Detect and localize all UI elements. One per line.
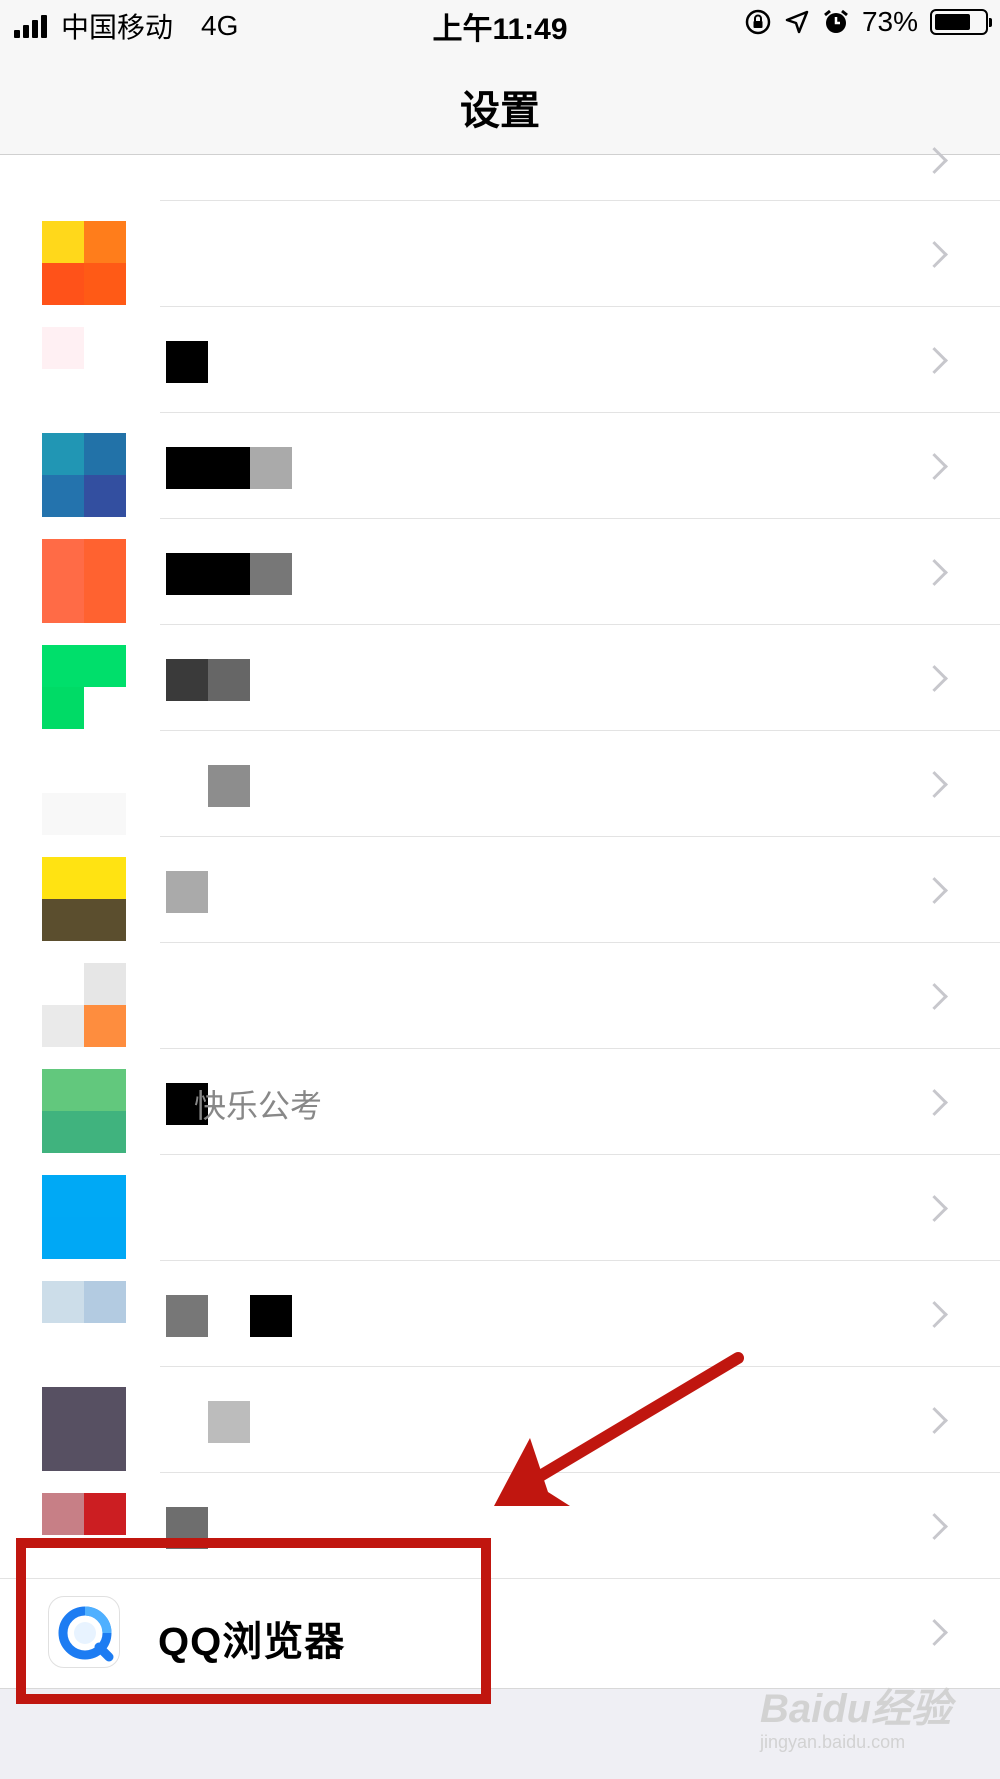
redaction-block <box>166 341 208 383</box>
app-icon <box>42 433 126 517</box>
redaction-block <box>208 1295 250 1337</box>
page-title: 设置 <box>460 89 540 133</box>
app-label-redacted <box>166 553 292 595</box>
chevron-right-icon <box>921 665 948 692</box>
highlight-box <box>16 1538 491 1704</box>
list-item-partial[interactable] <box>160 147 1000 201</box>
redaction-block <box>166 659 208 701</box>
list-item[interactable] <box>0 943 1000 1049</box>
chevron-right-icon <box>921 453 948 480</box>
redaction-block <box>250 1295 292 1337</box>
chevron-right-icon <box>921 1089 948 1116</box>
app-label-redacted <box>166 659 250 701</box>
app-icon <box>42 857 126 941</box>
list-item[interactable] <box>0 1155 1000 1261</box>
app-label-redacted <box>166 765 250 807</box>
location-icon <box>785 10 809 34</box>
redaction-block <box>166 765 208 807</box>
app-icon <box>42 963 126 1047</box>
status-bar: 中国移动 4G 上午11:49 73% <box>0 0 1000 50</box>
list-item[interactable] <box>0 837 1000 943</box>
list-item[interactable] <box>0 201 1000 307</box>
chevron-right-icon <box>921 771 948 798</box>
app-icon <box>42 327 126 411</box>
redaction-block <box>166 553 208 595</box>
app-label-redacted: 快乐公考 <box>166 1083 322 1125</box>
list-item[interactable] <box>0 307 1000 413</box>
list-item[interactable] <box>0 1367 1000 1473</box>
chevron-right-icon <box>921 1513 948 1540</box>
list-item[interactable] <box>0 731 1000 837</box>
app-icon <box>42 1069 126 1153</box>
app-icon <box>42 751 126 835</box>
app-icon <box>42 1281 126 1365</box>
battery-percent: 73% <box>861 6 918 37</box>
redaction-block <box>208 553 250 595</box>
alarm-icon <box>824 9 848 33</box>
chevron-right-icon <box>921 983 948 1010</box>
watermark-main: Baidu经验 <box>760 1687 952 1731</box>
navigation-bar: 设置 <box>0 50 1000 155</box>
app-icon <box>42 645 126 729</box>
app-label-redacted <box>166 341 208 383</box>
app-label-text: 快乐公考 <box>194 1088 323 1124</box>
chevron-right-icon <box>921 559 948 586</box>
app-label-redacted <box>166 447 292 489</box>
app-label-redacted <box>166 1401 250 1443</box>
chevron-right-icon <box>921 1301 948 1328</box>
redaction-block <box>166 447 208 489</box>
redaction-block <box>208 765 250 807</box>
rotation-lock-icon <box>745 9 771 35</box>
redaction-block <box>166 1401 208 1443</box>
baidu-jingyan-watermark: Baidu经验 jingyan.baidu.com <box>760 1676 990 1756</box>
chevron-right-icon <box>921 1195 948 1222</box>
redaction-block <box>208 447 250 489</box>
battery-icon <box>930 9 992 35</box>
app-icon <box>42 539 126 623</box>
app-label-redacted <box>166 871 208 913</box>
chevron-right-icon <box>921 1619 948 1646</box>
chevron-right-icon <box>921 877 948 904</box>
redaction-block <box>250 553 292 595</box>
redaction-block <box>250 447 292 489</box>
list-item[interactable] <box>0 1261 1000 1367</box>
redaction-block <box>166 1295 208 1337</box>
app-icon <box>42 1387 126 1471</box>
app-label-redacted <box>166 1295 292 1337</box>
chevron-right-icon <box>921 1407 948 1434</box>
chevron-right-icon <box>921 241 948 268</box>
list-item[interactable] <box>0 519 1000 625</box>
list-item[interactable] <box>0 625 1000 731</box>
redaction-block <box>208 659 250 701</box>
redaction-block <box>166 871 208 913</box>
list-item[interactable]: 快乐公考 <box>0 1049 1000 1155</box>
list-item[interactable] <box>0 413 1000 519</box>
app-icon <box>42 1175 126 1259</box>
redaction-block <box>208 1401 250 1443</box>
status-right: 73% <box>744 6 992 38</box>
watermark-sub: jingyan.baidu.com <box>760 1732 906 1752</box>
settings-app-list: 快乐公考 QQ浏览器 <box>0 147 1000 1685</box>
app-icon <box>42 221 126 305</box>
chevron-right-icon <box>921 347 948 374</box>
